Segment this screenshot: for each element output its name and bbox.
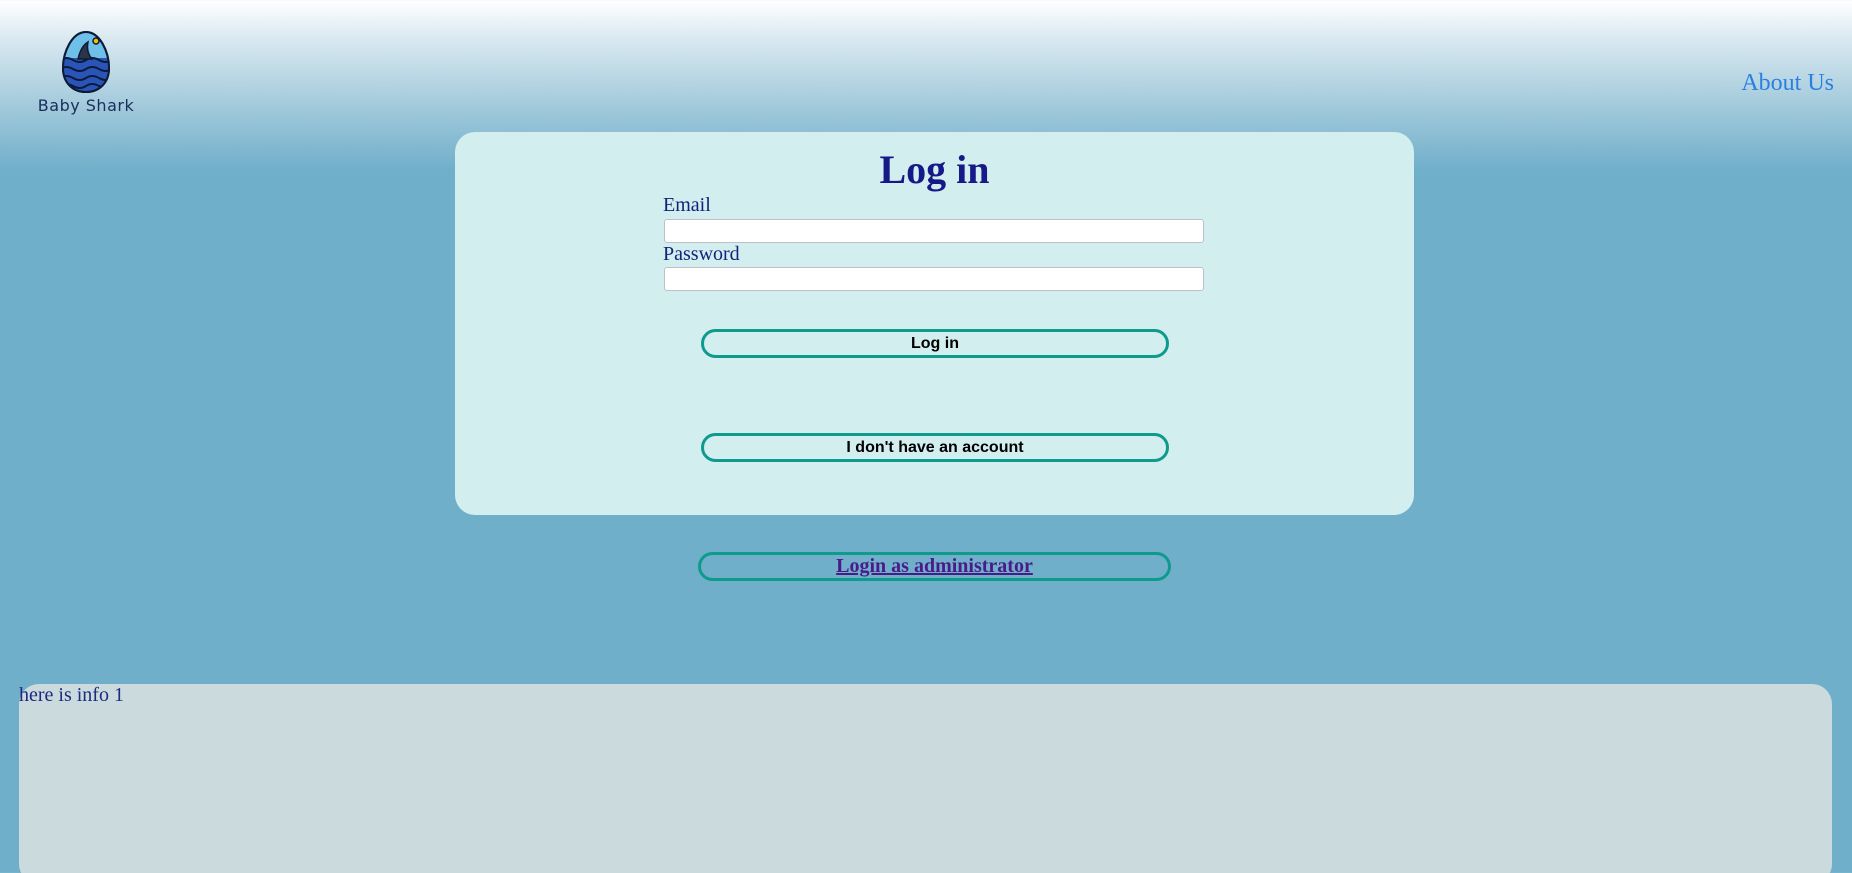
admin-login-link[interactable]: Login as administrator: [836, 555, 1033, 577]
page-title: Log in: [879, 147, 990, 192]
nav-about-us-link[interactable]: About Us: [1741, 70, 1834, 97]
shark-fin-egg-icon: [61, 30, 111, 94]
password-field[interactable]: [664, 267, 1204, 291]
info-panel: here is info 1: [19, 684, 1832, 873]
logo-link[interactable]: Baby Shark: [36, 30, 136, 115]
email-label: Email: [663, 194, 711, 216]
email-field[interactable]: [664, 219, 1204, 243]
password-label: Password: [663, 243, 740, 265]
brand-name: Baby Shark: [37, 96, 135, 115]
login-panel: Log in Email Password Log in I don't hav…: [455, 132, 1414, 515]
login-button[interactable]: Log in: [701, 329, 1169, 358]
info-text: here is info 1: [19, 684, 124, 706]
no-account-button[interactable]: I don't have an account: [701, 433, 1169, 462]
admin-login-button[interactable]: Login as administrator: [698, 552, 1171, 581]
